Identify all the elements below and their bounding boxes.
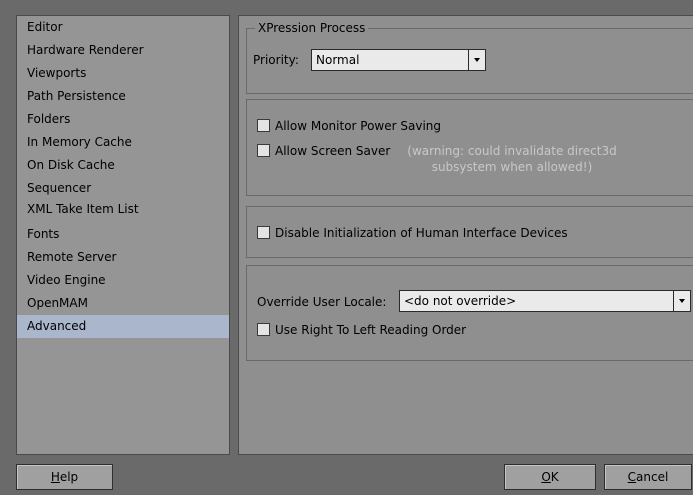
ok-label: K <box>550 470 559 484</box>
screen-saver-warning: (warning: could invalidate direct3d subs… <box>397 143 627 175</box>
sidebar-item-viewports[interactable]: Viewports <box>17 62 229 85</box>
chevron-down-icon[interactable] <box>673 291 690 311</box>
priority-value: Normal <box>316 53 360 67</box>
options-dialog: Editor Hardware Renderer Viewports Path … <box>0 0 693 495</box>
allow-monitor-power-saving-label: Allow Monitor Power Saving <box>275 119 442 133</box>
sidebar-item-openmam[interactable]: OpenMAM <box>17 292 229 315</box>
help-mnemonic: H <box>50 470 60 484</box>
sidebar-item-remote-server[interactable]: Remote Server <box>17 246 229 269</box>
category-list[interactable]: Editor Hardware Renderer Viewports Path … <box>16 15 230 455</box>
settings-pane: XPression Process Priority: Normal Allow… <box>238 15 693 455</box>
rtl-reading-order-label: Use Right To Left Reading Order <box>275 323 467 337</box>
disable-hid-label: Disable Initialization of Human Interfac… <box>275 226 568 240</box>
allow-screen-saver-checkbox[interactable] <box>257 144 270 157</box>
warning-line-1: (warning: could invalidate direct3d <box>407 144 617 158</box>
override-locale-select[interactable]: <do not override> <box>399 290 691 312</box>
warning-line-2: subsystem when allowed!) <box>431 160 593 174</box>
cancel-label: ancel <box>636 470 669 484</box>
sidebar-item-in-memory-cache[interactable]: In Memory Cache <box>17 131 229 154</box>
priority-select[interactable]: Normal <box>311 49 486 71</box>
help-label: elp <box>59 470 79 484</box>
override-locale-value: <do not override> <box>404 294 517 308</box>
locale-group: Override User Locale: <do not override> … <box>246 265 693 361</box>
sidebar-item-video-engine[interactable]: Video Engine <box>17 269 229 292</box>
hid-group: Disable Initialization of Human Interfac… <box>246 206 693 258</box>
sidebar-item-hardware-renderer[interactable]: Hardware Renderer <box>17 39 229 62</box>
group-title: XPression Process <box>255 20 369 36</box>
chevron-down-icon[interactable] <box>468 50 485 70</box>
sidebar-item-on-disk-cache[interactable]: On Disk Cache <box>17 154 229 177</box>
cancel-button[interactable]: Cancel <box>604 464 692 490</box>
sidebar-item-fonts[interactable]: Fonts <box>17 223 229 246</box>
rtl-reading-order-checkbox[interactable] <box>257 323 270 336</box>
power-saving-group: Allow Monitor Power Saving Allow Screen … <box>246 99 693 196</box>
help-button[interactable]: Help <box>16 464 113 490</box>
xpression-process-group: XPression Process Priority: Normal <box>246 20 693 94</box>
rtl-reading-order-row[interactable]: Use Right To Left Reading Order <box>257 322 557 338</box>
priority-label: Priority: <box>253 53 299 67</box>
allow-monitor-power-saving-row[interactable]: Allow Monitor Power Saving <box>257 118 557 134</box>
disable-hid-row[interactable]: Disable Initialization of Human Interfac… <box>257 225 657 241</box>
ok-mnemonic: O <box>541 470 551 484</box>
sidebar-item-folders[interactable]: Folders <box>17 108 229 131</box>
sidebar-item-advanced[interactable]: Advanced <box>17 315 229 338</box>
allow-screen-saver-label: Allow Screen Saver <box>275 144 391 158</box>
sidebar-item-sequencer[interactable]: Sequencer <box>17 177 229 200</box>
allow-screen-saver-row[interactable]: Allow Screen Saver <box>257 143 397 159</box>
disable-hid-checkbox[interactable] <box>257 226 270 239</box>
override-locale-label: Override User Locale: <box>257 295 387 309</box>
sidebar-item-xml-take-item-list[interactable]: XML Take Item List <box>17 200 229 223</box>
sidebar-item-editor[interactable]: Editor <box>17 16 229 39</box>
cancel-mnemonic: C <box>627 470 637 484</box>
allow-monitor-power-saving-checkbox[interactable] <box>257 119 270 132</box>
ok-button[interactable]: OK <box>504 464 596 490</box>
sidebar-item-path-persistence[interactable]: Path Persistence <box>17 85 229 108</box>
